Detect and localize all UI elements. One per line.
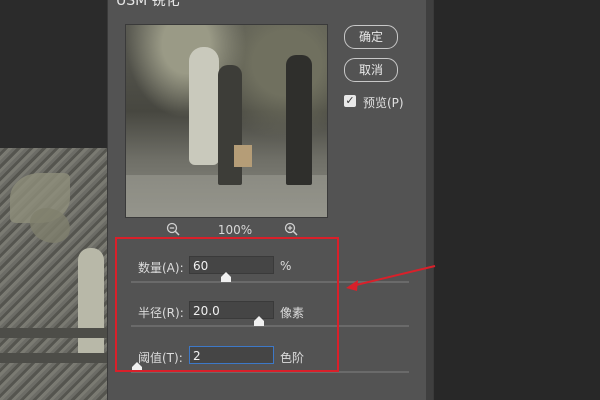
workspace-background [433,0,600,400]
dialog-edge [426,0,433,400]
preview-statue [189,47,219,165]
preview-image[interactable] [125,24,328,218]
dialog-title: USM 锐化 [116,0,180,9]
dialog-titlebar[interactable]: USM 锐化 [108,0,433,9]
checkmark-icon[interactable]: ✓ [344,95,356,107]
zoom-in-icon[interactable] [283,222,299,238]
background-band [0,328,107,338]
annotation-arrow-icon [346,265,436,291]
preview-checkbox-label: 预览(P) [363,96,404,110]
preview-person [218,65,242,185]
zoom-out-icon[interactable] [165,222,181,238]
preview-bag [234,145,252,167]
ok-button[interactable]: 确定 [344,25,398,49]
background-leaf [30,208,70,243]
background-image [0,148,107,400]
zoom-level: 100% [217,223,253,237]
background-band [0,353,107,363]
cancel-button[interactable]: 取消 [344,58,398,82]
background-statue [78,248,104,358]
annotation-highlight-box [115,237,339,372]
preview-person [286,55,312,185]
